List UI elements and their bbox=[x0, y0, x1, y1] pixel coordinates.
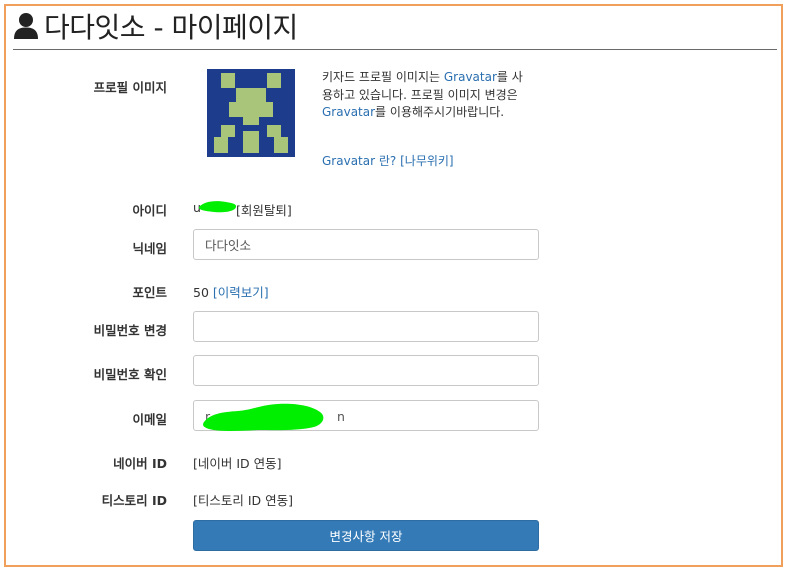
withdraw-link[interactable]: [회원탈퇴] bbox=[236, 200, 292, 219]
points-label: 포인트 bbox=[132, 285, 167, 300]
save-changes-button[interactable]: 변경사항 저장 bbox=[193, 520, 539, 551]
gravatar-desc-text-3: 를 이용해주시기바랍니다. bbox=[375, 105, 505, 119]
header-divider bbox=[13, 49, 777, 50]
gravatar-info-links: Gravatar 란? [나무위키] bbox=[322, 152, 454, 169]
user-id-value: u bbox=[193, 200, 201, 215]
email-visible-suffix: n bbox=[337, 409, 345, 424]
gravatar-description: 키자드 프로필 이미지는 Gravatar를 사용하고 있습니다. 프로필 이미… bbox=[322, 69, 532, 122]
email-input[interactable]: r n bbox=[193, 400, 539, 431]
password-confirm-label: 비밀번호 확인 bbox=[93, 367, 167, 382]
gravatar-avatar-image bbox=[207, 69, 295, 157]
page-title: 다다잇소 - 마이페이지 bbox=[44, 11, 298, 44]
email-label: 이메일 bbox=[132, 412, 167, 427]
naver-link-button[interactable]: [네이버 ID 연동] bbox=[193, 453, 282, 472]
points-history-link[interactable]: [이력보기] bbox=[213, 285, 269, 300]
page-header: 다다잇소 - 마이페이지 bbox=[14, 8, 298, 44]
profile-image-label: 프로필 이미지 bbox=[93, 80, 167, 95]
nickname-input[interactable] bbox=[193, 229, 539, 260]
user-id-label: 아이디 bbox=[132, 203, 167, 218]
points-value: 50 [이력보기] bbox=[193, 282, 269, 301]
naver-id-label: 네이버 ID bbox=[113, 456, 167, 471]
gravatar-link[interactable]: Gravatar bbox=[444, 70, 497, 84]
email-visible-prefix: r bbox=[205, 409, 211, 424]
gravatar-desc-text-1: 키자드 프로필 이미지는 bbox=[322, 70, 444, 84]
namuwiki-link[interactable]: [나무위키] bbox=[400, 154, 454, 168]
tistory-id-label: 티스토리 ID bbox=[101, 493, 167, 508]
tistory-link-button[interactable]: [티스토리 ID 연동] bbox=[193, 490, 293, 509]
gravatar-about-link[interactable]: Gravatar 란? bbox=[322, 154, 396, 168]
user-id-visible-prefix: u bbox=[193, 200, 201, 215]
gravatar-change-link[interactable]: Gravatar bbox=[322, 105, 375, 119]
points-number: 50 bbox=[193, 285, 209, 300]
user-icon bbox=[14, 12, 38, 40]
password-change-label: 비밀번호 변경 bbox=[93, 323, 167, 338]
password-change-input[interactable] bbox=[193, 311, 539, 342]
password-confirm-input[interactable] bbox=[193, 355, 539, 386]
nickname-label: 닉네임 bbox=[132, 241, 167, 256]
